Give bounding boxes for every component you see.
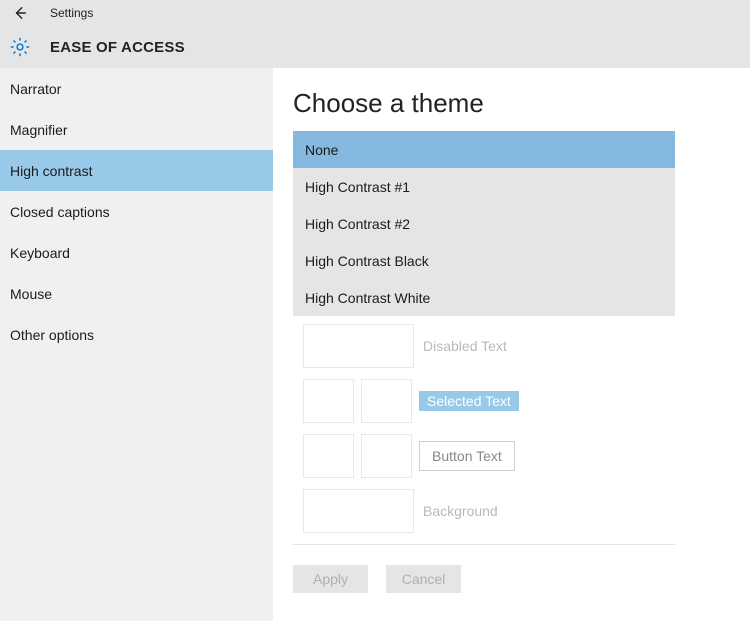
theme-picker[interactable]: None High Contrast #1 High Contrast #2 H…	[293, 131, 675, 316]
apply-button[interactable]: Apply	[293, 565, 368, 593]
back-button[interactable]	[8, 1, 32, 25]
sidebar-item-label: Keyboard	[10, 245, 70, 261]
sidebar-item-mouse[interactable]: Mouse	[0, 273, 273, 314]
sidebar: Narrator Magnifier High contrast Closed …	[0, 68, 273, 621]
sidebar-item-label: High contrast	[10, 163, 92, 179]
sidebar-item-magnifier[interactable]: Magnifier	[0, 109, 273, 150]
preview-label-disabled-text: Disabled Text	[423, 338, 507, 354]
page-title: Choose a theme	[293, 88, 750, 119]
preview-label-button-text: Button Text	[419, 441, 515, 471]
theme-option-label: High Contrast White	[305, 290, 430, 306]
sidebar-item-high-contrast[interactable]: High contrast	[0, 150, 273, 191]
swatch-selected-fg	[361, 379, 412, 423]
theme-option-label: None	[305, 142, 338, 158]
window-title: Settings	[50, 6, 93, 20]
swatch-button-bg	[303, 434, 354, 478]
sidebar-item-label: Magnifier	[10, 122, 68, 138]
sidebar-item-other-options[interactable]: Other options	[0, 314, 273, 355]
sidebar-item-label: Other options	[10, 327, 94, 343]
theme-option-hc2[interactable]: High Contrast #2	[293, 205, 675, 242]
theme-option-hc1[interactable]: High Contrast #1	[293, 168, 675, 205]
theme-option-label: High Contrast Black	[305, 253, 429, 269]
cancel-button[interactable]: Cancel	[386, 565, 461, 593]
swatch-selected-bg	[303, 379, 354, 423]
preview-label-selected-text: Selected Text	[419, 391, 519, 411]
content-area: Choose a theme None High Contrast #1 Hig…	[273, 68, 750, 621]
swatch-button-fg	[361, 434, 412, 478]
swatch-disabled-text	[303, 324, 414, 368]
apply-button-label: Apply	[313, 571, 348, 587]
sidebar-item-label: Narrator	[10, 81, 61, 97]
cancel-button-label: Cancel	[402, 571, 446, 587]
sidebar-item-narrator[interactable]: Narrator	[0, 68, 273, 109]
sidebar-item-label: Closed captions	[10, 204, 110, 220]
theme-option-label: High Contrast #2	[305, 216, 410, 232]
action-bar: Apply Cancel	[293, 565, 750, 593]
sidebar-item-label: Mouse	[10, 286, 52, 302]
sidebar-item-keyboard[interactable]: Keyboard	[0, 232, 273, 273]
theme-option-hc-white[interactable]: High Contrast White	[293, 279, 675, 316]
category-title: EASE OF ACCESS	[50, 39, 185, 56]
back-arrow-icon	[13, 6, 27, 20]
theme-option-none[interactable]: None	[293, 131, 675, 168]
sidebar-item-closed-captions[interactable]: Closed captions	[0, 191, 273, 232]
theme-option-label: High Contrast #1	[305, 179, 410, 195]
preview-label-background: Background	[423, 503, 498, 519]
theme-preview: Disabled Text Selected Text Button Text …	[293, 316, 675, 545]
theme-option-hc-black[interactable]: High Contrast Black	[293, 242, 675, 279]
gear-icon	[8, 35, 32, 59]
swatch-background	[303, 489, 414, 533]
